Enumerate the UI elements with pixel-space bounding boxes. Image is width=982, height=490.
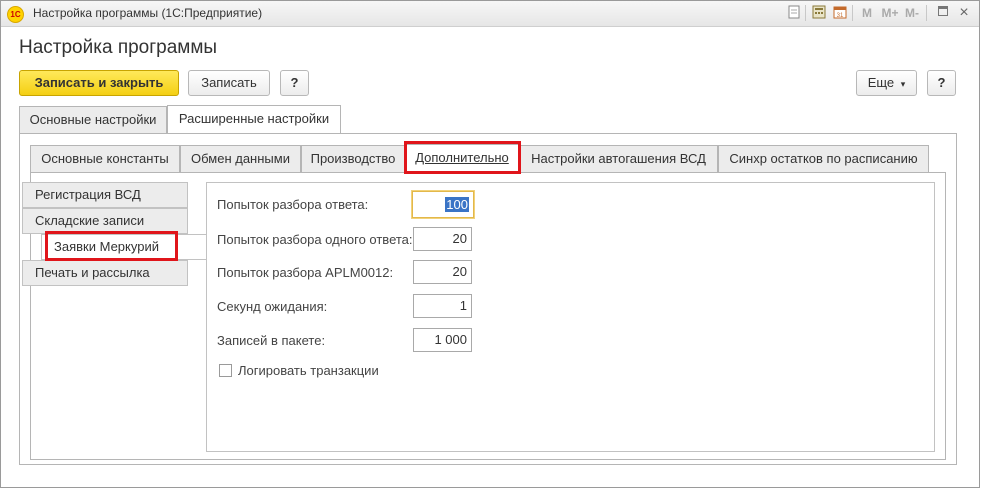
- wait-seconds-input[interactable]: 1: [413, 294, 472, 318]
- app-logo-icon: 1С: [7, 6, 24, 23]
- toolbar-separator: [852, 5, 853, 21]
- tab-basic-settings[interactable]: Основные настройки: [19, 106, 167, 133]
- restore-icon[interactable]: [935, 5, 951, 21]
- tab-vsd-autoclose-settings[interactable]: Настройки автогашения ВСД: [519, 145, 718, 172]
- log-transactions-label[interactable]: Логировать транзакции: [238, 363, 379, 378]
- sidebar-item-vsd-registration[interactable]: Регистрация ВСД: [22, 182, 188, 208]
- calculator-icon[interactable]: [811, 5, 827, 21]
- memory-mminus-icon[interactable]: M-: [902, 5, 922, 21]
- more-button-label: Еще: [867, 75, 895, 90]
- tab-sync-scheduled-balances[interactable]: Синхр остатков по расписанию: [718, 145, 929, 172]
- doc-icon[interactable]: [786, 5, 802, 21]
- memory-mplus-icon[interactable]: M+: [880, 5, 900, 21]
- tab-production[interactable]: Производство: [301, 145, 405, 172]
- tab-advanced-settings[interactable]: Расширенные настройки: [167, 105, 341, 134]
- help-button-secondary[interactable]: ?: [927, 70, 956, 96]
- help-button[interactable]: ?: [280, 70, 309, 96]
- calendar-icon[interactable]: 31: [832, 5, 848, 21]
- sidebar-item-warehouse-records[interactable]: Складские записи: [22, 208, 188, 234]
- chevron-down-icon: ▾: [900, 79, 906, 89]
- response-parse-attempts-value: 100: [445, 197, 469, 212]
- field-label-single-response-parse-attempts: Попыток разбора одного ответа:: [217, 232, 413, 247]
- response-parse-attempts-input[interactable]: 100: [412, 191, 474, 218]
- tab-data-exchange[interactable]: Обмен данными: [180, 145, 301, 172]
- field-label-aplm0012-parse-attempts: Попыток разбора APLM0012:: [217, 265, 394, 280]
- field-label-response-parse-attempts: Попыток разбора ответа:: [217, 197, 369, 212]
- window-title: Настройка программы (1С:Предприятие): [33, 6, 263, 20]
- single-response-parse-attempts-input[interactable]: 20: [413, 227, 472, 251]
- save-and-close-button[interactable]: Записать и закрыть: [19, 70, 179, 96]
- toolbar-separator: [805, 5, 806, 21]
- save-button[interactable]: Записать: [188, 70, 270, 96]
- tab-main-constants[interactable]: Основные константы: [30, 145, 180, 172]
- sidebar-item-print-mailing[interactable]: Печать и рассылка: [22, 260, 188, 286]
- more-button[interactable]: Еще ▾: [856, 70, 917, 96]
- close-icon[interactable]: ×: [956, 5, 972, 21]
- field-label-wait-seconds: Секунд ожидания:: [217, 299, 328, 314]
- log-transactions-checkbox[interactable]: [219, 364, 232, 377]
- toolbar-separator: [926, 5, 927, 21]
- mercury-requests-panel: [206, 182, 935, 452]
- aplm0012-parse-attempts-input[interactable]: 20: [413, 260, 472, 284]
- svg-text:31: 31: [837, 13, 844, 19]
- page-title: Настройка программы: [19, 37, 218, 58]
- sidebar-item-mercury-requests[interactable]: Заявки Меркурий: [41, 234, 208, 260]
- field-label-records-per-batch: Записей в пакете:: [217, 333, 326, 348]
- app-window: 1С Настройка программы (1С:Предприятие) …: [0, 0, 980, 488]
- title-bar: 1С Настройка программы (1С:Предприятие) …: [1, 1, 979, 27]
- memory-m-icon[interactable]: M: [859, 5, 875, 21]
- tab-additional[interactable]: Дополнительно: [405, 144, 519, 173]
- records-per-batch-input[interactable]: 1 000: [413, 328, 472, 352]
